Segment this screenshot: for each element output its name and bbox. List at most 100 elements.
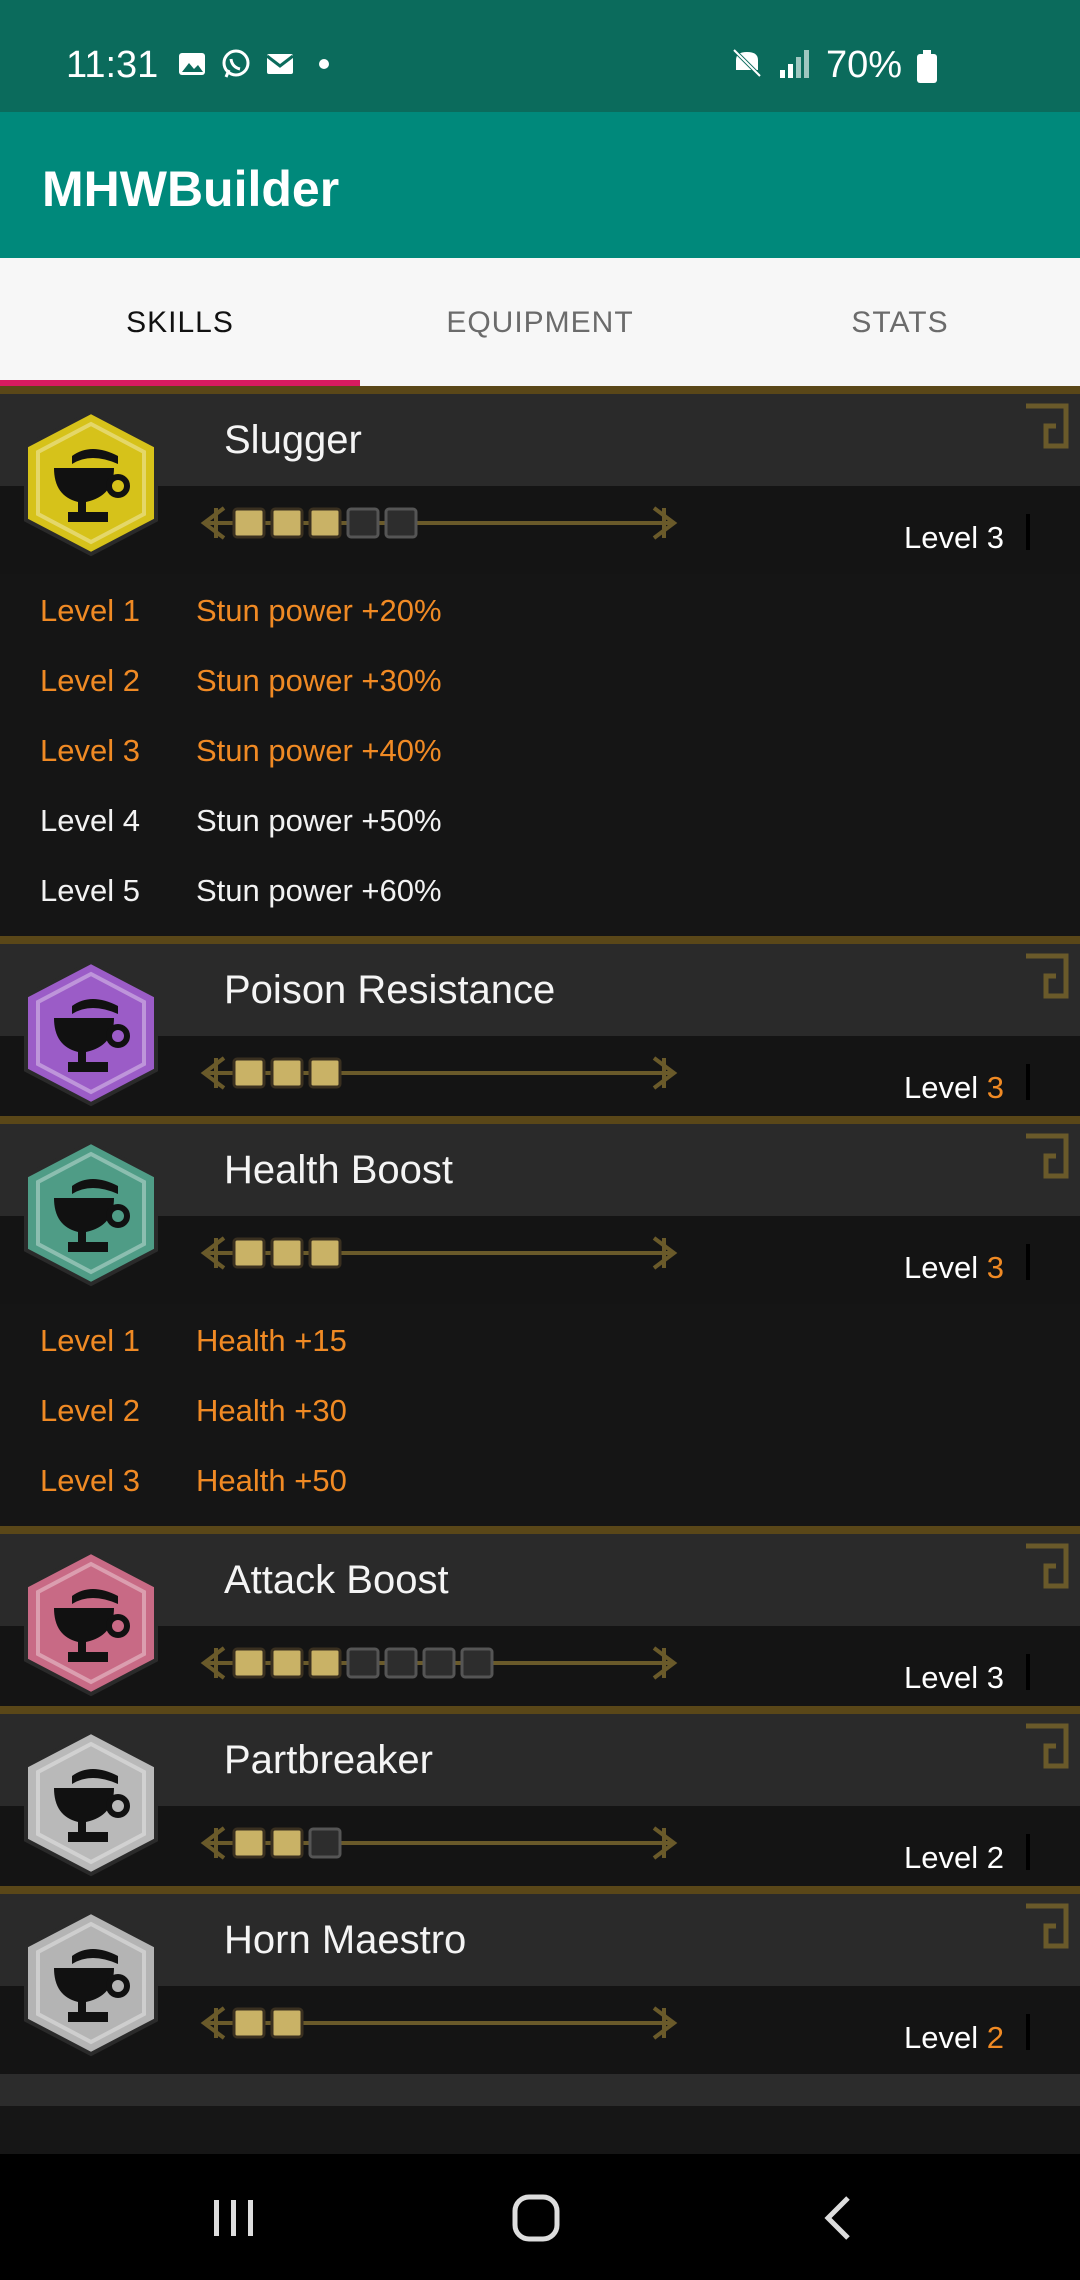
skill-emblem-icon (16, 1728, 166, 1878)
tab-equipment[interactable]: EQUIPMENT (360, 258, 720, 386)
skill-item[interactable]: Attack Boost Level 3 (0, 1526, 1080, 1714)
skill-level-value: 3 (986, 1250, 1004, 1285)
home-icon[interactable] (506, 2188, 566, 2248)
corner-ornament-icon (1016, 1896, 1076, 1956)
detail-effect: Health +15 (196, 1323, 347, 1358)
skill-header[interactable]: Horn Maestro Level 2 (0, 1886, 1080, 2074)
skill-header[interactable]: Poison Resistance Level 3 (0, 936, 1080, 1124)
skill-detail-row: Level 2 Health +30 (0, 1376, 1080, 1446)
level-slot-filled (232, 1237, 266, 1269)
level-slot-filled (232, 507, 266, 539)
skill-detail-row: Level 3 Stun power +40% (0, 716, 1080, 786)
level-slot-filled (270, 1647, 304, 1679)
level-slot-filled (308, 1057, 342, 1089)
battery-icon (916, 50, 938, 89)
detail-level: Level 1 (40, 593, 140, 628)
detail-level: Level 5 (40, 873, 140, 908)
skill-name: Slugger (224, 418, 362, 462)
skill-name: Poison Resistance (224, 968, 556, 1012)
skill-level-track (194, 1638, 694, 1688)
skill-name: Horn Maestro (224, 1918, 467, 1962)
skill-name: Health Boost (224, 1148, 454, 1192)
corner-ornament-icon (1016, 396, 1076, 456)
detail-level: Level 3 (40, 733, 140, 768)
skill-header[interactable]: Partbreaker Level 2 (0, 1706, 1080, 1894)
skill-item[interactable]: Slugger Level 3 Level 1 Stun power +20% … (0, 386, 1080, 936)
detail-effect: Stun power +20% (196, 593, 442, 628)
skill-detail-row: Level 1 Stun power +20% (0, 576, 1080, 646)
skill-level-track (194, 1998, 694, 2048)
skill-emblem-icon (16, 1138, 166, 1288)
corner-ornament-icon (1016, 1126, 1076, 1186)
level-slot-empty (384, 507, 418, 539)
detail-effect: Stun power +60% (196, 873, 442, 908)
skills-list[interactable]: Slugger Level 3 Level 1 Stun power +20% … (0, 386, 1080, 2154)
tab-stats[interactable]: STATS (720, 258, 1080, 386)
level-slot-filled (270, 1827, 304, 1859)
app-bar: MHWBuilder (0, 112, 1080, 258)
skill-level-label: Level (904, 1840, 979, 1875)
tab-skills[interactable]: SKILLS (0, 258, 360, 386)
skill-level: Level 3 (904, 520, 1004, 556)
navigation-bar (0, 2154, 1080, 2280)
skill-detail-row: Level 2 Stun power +30% (0, 646, 1080, 716)
mute-icon (730, 46, 764, 85)
skill-item[interactable]: Horn Maestro Level 2 (0, 1886, 1080, 2074)
level-slot-empty (384, 1647, 418, 1679)
skill-level-label: Level (904, 1660, 979, 1695)
skill-emblem-icon (16, 958, 166, 1108)
detail-level: Level 2 (40, 663, 140, 698)
skill-level-value: 2 (986, 1840, 1004, 1875)
skill-level: Level 3 (904, 1070, 1004, 1106)
level-slot-filled (270, 507, 304, 539)
skill-level-value: 2 (986, 2020, 1004, 2055)
skill-emblem-icon (16, 408, 166, 558)
battery-percentage: 70% (825, 44, 902, 86)
level-slot-filled (308, 507, 342, 539)
skill-header[interactable]: Slugger Level 3 (0, 386, 1080, 574)
corner-ornament-icon (1016, 1716, 1076, 1776)
level-slot-filled (308, 1647, 342, 1679)
detail-effect: Stun power +50% (196, 803, 442, 838)
recents-icon[interactable] (204, 2188, 264, 2248)
skill-level: Level 3 (904, 1250, 1004, 1286)
detail-level: Level 1 (40, 1323, 140, 1358)
level-slot-filled (270, 1237, 304, 1269)
detail-effect: Stun power +40% (196, 733, 442, 768)
skill-item[interactable]: Partbreaker Level 2 (0, 1706, 1080, 1894)
skill-level: Level 2 (904, 1840, 1004, 1876)
level-slot-filled (232, 1647, 266, 1679)
skill-level-value: 3 (986, 1070, 1004, 1105)
skill-header[interactable]: Health Boost Level 3 (0, 1116, 1080, 1304)
skill-level-track (194, 1818, 694, 1868)
level-slot-filled (232, 1827, 266, 1859)
skill-name: Attack Boost (224, 1558, 449, 1602)
skill-level: Level 2 (904, 2020, 1004, 2056)
level-slot-empty (346, 1647, 380, 1679)
skill-level-track (194, 498, 694, 548)
level-slot-filled (270, 2007, 304, 2039)
skill-level-track (194, 1228, 694, 1278)
skill-detail-row: Level 5 Stun power +60% (0, 856, 1080, 926)
skill-item[interactable]: Poison Resistance Level 3 (0, 936, 1080, 1124)
skill-header[interactable]: Attack Boost Level 3 (0, 1526, 1080, 1714)
status-bar: 11:31 70% (0, 0, 1080, 112)
skill-level-label: Level (904, 1250, 979, 1285)
dot-icon (308, 48, 340, 80)
skill-detail-row: Level 3 Health +50 (0, 1446, 1080, 1516)
level-slot-empty (422, 1647, 456, 1679)
skill-level-label: Level (904, 1070, 979, 1105)
detail-level: Level 2 (40, 1393, 140, 1428)
detail-effect: Stun power +30% (196, 663, 442, 698)
skill-level-value: 3 (986, 1660, 1004, 1695)
skill-emblem-icon (16, 1548, 166, 1698)
detail-effect: Health +30 (196, 1393, 347, 1428)
skill-detail-row: Level 4 Stun power +50% (0, 786, 1080, 856)
skill-item[interactable]: Health Boost Level 3 Level 1 Health +15 … (0, 1116, 1080, 1526)
corner-ornament-icon (1016, 1536, 1076, 1596)
gmail-icon (264, 48, 296, 80)
back-icon[interactable] (810, 2188, 870, 2248)
skill-details: Level 1 Stun power +20% Level 2 Stun pow… (0, 566, 1080, 936)
detail-effect: Health +50 (196, 1463, 347, 1498)
corner-ornament-icon (1016, 946, 1076, 1006)
